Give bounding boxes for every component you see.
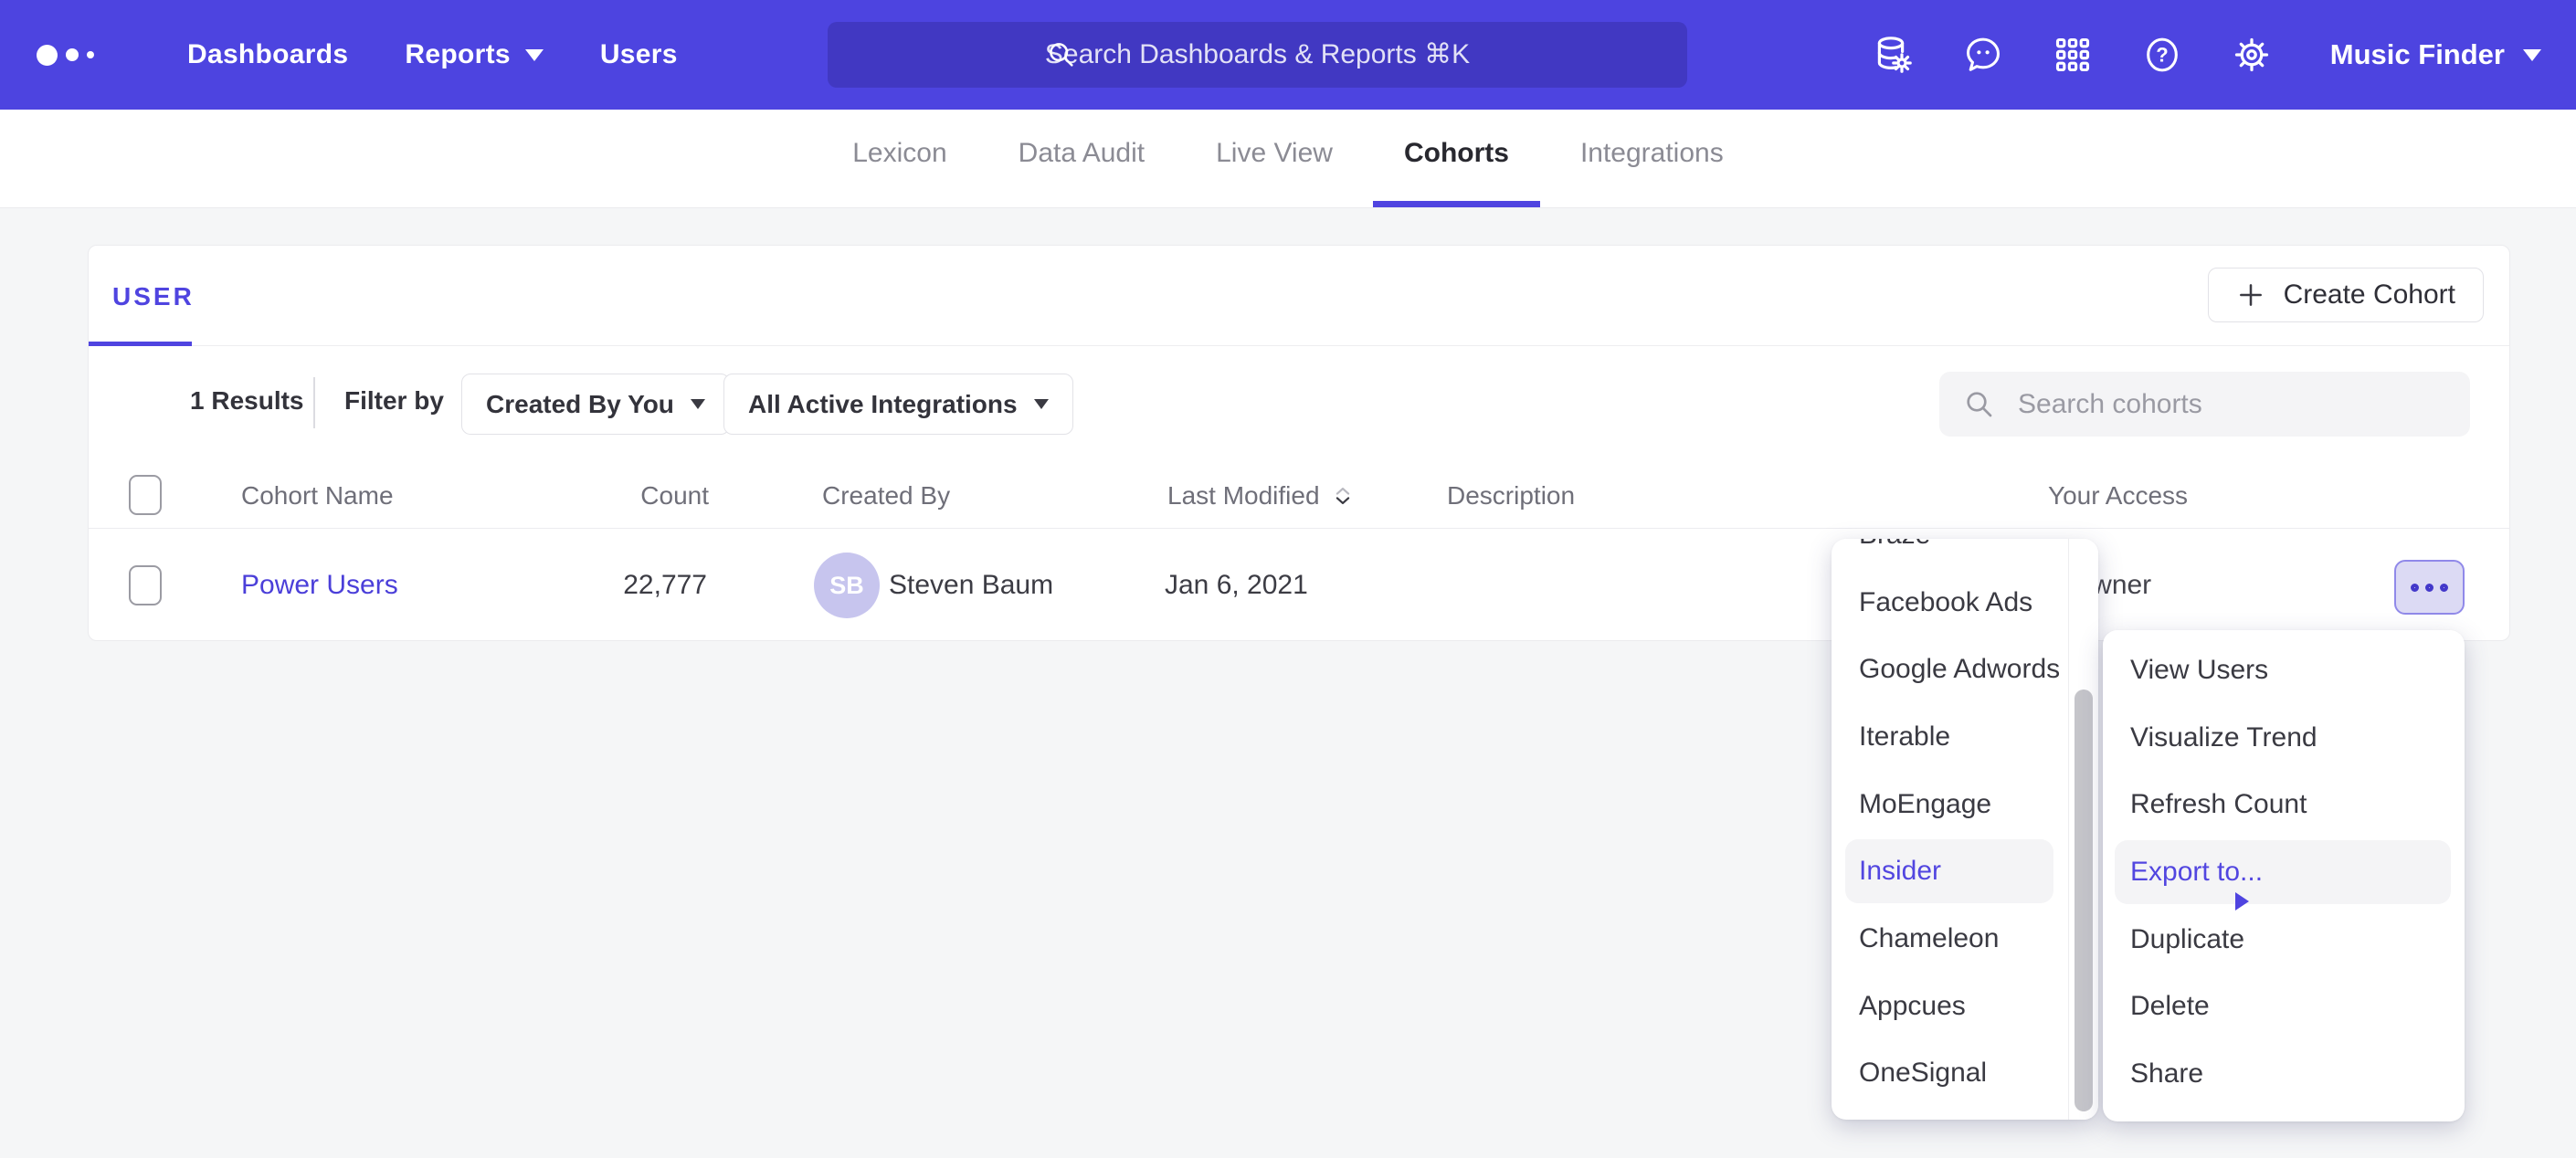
tab-live-view[interactable]: Live View: [1216, 110, 1333, 207]
nav-reports[interactable]: Reports: [405, 39, 543, 70]
export-integrations-menu: Braze Facebook Ads Google Adwords Iterab…: [1832, 539, 2098, 1120]
cohort-count: 22,777: [500, 529, 707, 641]
creator-name: Steven Baum: [889, 529, 1053, 641]
divider: [313, 377, 315, 428]
filter-by-label: Filter by: [344, 386, 444, 416]
menu-item-export-to[interactable]: Export to...: [2103, 838, 2465, 906]
table-header-row: Cohort Name Count Created By Last Modifi…: [89, 462, 2509, 529]
menu-item-duplicate[interactable]: Duplicate: [2103, 906, 2465, 974]
apps-grid-icon[interactable]: [2051, 33, 2095, 77]
feedback-icon[interactable]: [1961, 33, 2005, 77]
menu-item-insider[interactable]: Insider: [1832, 837, 2067, 905]
dot-icon: [2411, 584, 2419, 592]
tab-data-audit[interactable]: Data Audit: [1019, 110, 1145, 207]
workspace-switcher[interactable]: Music Finder: [2330, 38, 2541, 71]
submenu-arrow-icon: [2235, 892, 2249, 911]
sort-icon: [1333, 485, 1353, 507]
mixpanel-logo-icon[interactable]: [37, 45, 94, 66]
table-row: Power Users 22,777 SB Steven Baum Jan 6,…: [89, 529, 2509, 641]
cohort-search: [1939, 372, 2470, 437]
help-icon[interactable]: ?: [2140, 33, 2184, 77]
menu-item-braze[interactable]: Braze: [1832, 539, 2067, 569]
cohort-search-input[interactable]: [1939, 372, 2470, 437]
settings-gear-icon[interactable]: [2230, 33, 2274, 77]
nav-dashboards[interactable]: Dashboards: [187, 39, 348, 70]
menu-item-refresh-count[interactable]: Refresh Count: [2103, 771, 2465, 838]
col-your-access: Your Access: [2048, 462, 2188, 529]
row-more-actions-button[interactable]: [2394, 560, 2465, 615]
menu-item-onesignal[interactable]: OneSignal: [1832, 1040, 2067, 1108]
chevron-down-icon: [2523, 49, 2541, 61]
menu-item-appcues[interactable]: Appcues: [1832, 973, 2067, 1040]
scrollbar-track[interactable]: [2068, 539, 2098, 1120]
nav-users[interactable]: Users: [600, 39, 678, 70]
last-modified-date: Jan 6, 2021: [1165, 529, 1308, 641]
user-cohorts-tab[interactable]: USER: [112, 282, 195, 311]
chevron-down-icon: [525, 49, 544, 61]
select-all-checkbox[interactable]: [129, 475, 162, 515]
active-tab-underline: [89, 342, 192, 346]
created-by-filter-dropdown[interactable]: Created By You: [461, 374, 730, 435]
creator-avatar: SB: [814, 553, 880, 618]
menu-item-chameleon[interactable]: Chameleon: [1832, 905, 2067, 973]
global-search-input[interactable]: [828, 22, 1687, 88]
integrations-filter-dropdown[interactable]: All Active Integrations: [723, 374, 1073, 435]
integrations-list: Braze Facebook Ads Google Adwords Iterab…: [1832, 539, 2067, 1107]
dot-icon: [2440, 584, 2448, 592]
results-count: 1 Results: [190, 386, 304, 416]
menu-item-google-adwords[interactable]: Google Adwords: [1832, 636, 2067, 703]
top-nav-bar: Dashboards Reports Users: [0, 0, 2576, 110]
tab-lexicon[interactable]: Lexicon: [852, 110, 946, 207]
plus-icon: [2236, 280, 2265, 310]
actions-list: View Users Visualize Trend Refresh Count…: [2103, 630, 2465, 1108]
cohorts-card: USER Create Cohort 1 Results Filter by C…: [88, 245, 2510, 641]
chevron-down-icon: [1034, 399, 1049, 409]
menu-item-moengage[interactable]: MoEngage: [1832, 771, 2067, 838]
col-cohort-name: Cohort Name: [241, 462, 394, 529]
menu-item-visualize-trend[interactable]: Visualize Trend: [2103, 704, 2465, 772]
card-header: USER Create Cohort: [89, 246, 2509, 346]
col-created-by: Created By: [822, 462, 950, 529]
chevron-down-icon: [691, 399, 705, 409]
col-count: Count: [500, 462, 709, 529]
menu-item-share[interactable]: Share: [2103, 1040, 2465, 1108]
row-checkbox[interactable]: [129, 565, 162, 605]
dot-icon: [2425, 584, 2433, 592]
tab-cohorts[interactable]: Cohorts: [1404, 110, 1509, 207]
col-description: Description: [1447, 462, 1575, 529]
menu-item-delete[interactable]: Delete: [2103, 973, 2465, 1040]
menu-item-iterable[interactable]: Iterable: [1832, 703, 2067, 771]
global-search: [828, 22, 1687, 88]
menu-item-facebook-ads[interactable]: Facebook Ads: [1832, 569, 2067, 637]
app-window: Dashboards Reports Users: [0, 0, 2576, 1158]
tab-integrations[interactable]: Integrations: [1580, 110, 1724, 207]
create-cohort-button[interactable]: Create Cohort: [2208, 268, 2484, 322]
menu-item-view-users[interactable]: View Users: [2103, 637, 2465, 704]
cohort-actions-menu: View Users Visualize Trend Refresh Count…: [2103, 630, 2465, 1121]
data-management-icon[interactable]: [1872, 33, 1916, 77]
cohort-name-link[interactable]: Power Users: [241, 529, 398, 641]
svg-text:?: ?: [2156, 44, 2168, 67]
scrollbar-thumb[interactable]: [2075, 690, 2093, 1111]
section-tab-bar: Lexicon Data Audit Live View Cohorts Int…: [0, 110, 2576, 208]
col-last-modified[interactable]: Last Modified: [1167, 462, 1353, 529]
